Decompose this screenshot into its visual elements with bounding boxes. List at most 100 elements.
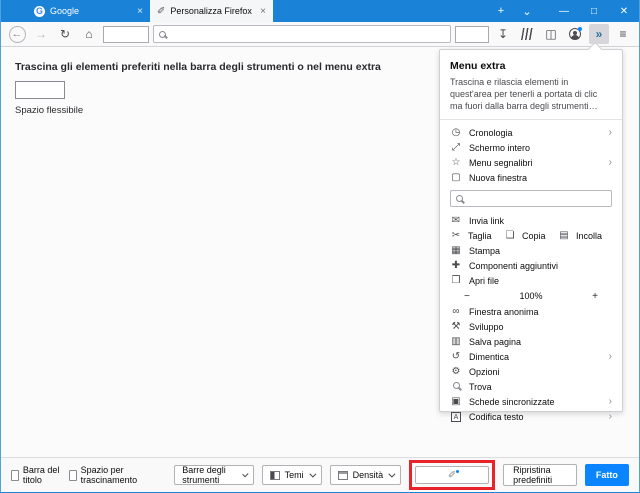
maximize-button[interactable]: □ [579,0,609,22]
customize-footer: Barra del titolo Spazio per trascinament… [1,457,639,492]
flexible-space-label: Spazio flessibile [15,105,135,116]
drag-hint-text: Trascina gli elementi preferiti nella ba… [15,61,381,73]
url-search-bar[interactable] [153,25,451,43]
menu-item-private-window[interactable]: ∞ Finestra anonima [450,304,612,319]
menu-item-developer[interactable]: ⚒ Sviluppo [450,319,612,334]
clipboard-row: ✂ Taglia ❏ Copia ▤ Incolla [450,228,612,243]
chevron-down-icon [242,471,248,477]
theme-thumbnail-icon [270,471,280,480]
chevron-down-icon [388,470,395,477]
puzzle-icon: ✚ [450,260,462,271]
menu-item-new-window[interactable]: ▢ Nuova finestra [450,170,612,185]
fullscreen-icon: ⤢ [450,142,462,153]
menu-item-save-page[interactable]: ▥ Salva pagina [450,334,612,349]
menu-item-paste[interactable]: ▤ Incolla [558,230,612,241]
hamburger-menu-button[interactable]: ≡ [613,24,633,44]
tab-customize-firefox[interactable]: ✐ Personalizza Firefox × [150,0,273,22]
chevron-right-icon: › [609,396,612,407]
menu-item-bookmarks-menu[interactable]: ☆ Menu segnalibri › [450,155,612,170]
chevron-right-icon: › [609,127,612,138]
library-button[interactable] [517,24,537,44]
tab-title: Personalizza Firefox [170,6,255,16]
checkbox-icon[interactable] [69,470,77,481]
toolbar-flexible-space[interactable] [455,26,489,43]
divider [440,119,622,120]
menu-item-synced-tabs[interactable]: ▣ Schede sincronizzate › [450,394,612,409]
tab-google[interactable]: G Google × [27,0,150,22]
back-button[interactable]: ← [7,24,27,44]
tab-close-icon[interactable]: × [260,6,266,17]
chevron-right-icon: › [609,351,612,362]
clock-icon: ◷ [450,127,462,138]
menu-item-find[interactable]: Trova [450,379,612,394]
overflow-menu-panel: Menu extra Trascina e rilascia elementi … [439,49,623,412]
titlebar-checkbox[interactable]: Barra del titolo [11,465,61,485]
titlebar-left-space [1,0,27,22]
forward-button[interactable]: → [31,24,51,44]
library-icon [520,28,533,40]
panel-description: Trascina e rilascia elementi in quest'ar… [450,76,612,112]
menu-item-fullscreen[interactable]: ⤢ Schermo intero [450,140,612,155]
menu-item-forget[interactable]: ↺ Dimentica › [450,349,612,364]
themes-dropdown[interactable]: Temi [262,465,322,485]
tabbar-space [273,0,488,22]
sidebar-button[interactable]: ◫ [541,24,561,44]
chevron-right-icon: › [609,411,612,422]
minimize-button[interactable]: — [549,0,579,22]
toolbars-dropdown[interactable]: Barre degli strumenti [174,465,253,485]
mail-icon: ✉ [450,215,462,226]
zoom-level[interactable]: 100% [494,291,568,301]
tab-close-icon[interactable]: × [137,6,143,17]
close-button[interactable]: ✕ [609,0,639,22]
menu-item-options[interactable]: ⚙ Opzioni [450,364,612,379]
account-icon [569,28,581,40]
chevron-down-icon [309,470,316,477]
incognito-mask-icon: ∞ [450,306,462,317]
menu-item-copy[interactable]: ❏ Copia [504,230,558,241]
red-highlight-annotation: ✐ [409,460,495,490]
search-icon [456,195,463,202]
menu-item-text-encoding[interactable]: A Codifica testo › [450,409,612,424]
search-icon [159,31,166,38]
bookmarks-icon: ☆ [450,157,462,168]
downloads-button[interactable]: ↧ [493,24,513,44]
density-thumbnail-icon [338,471,348,480]
titlebar: G Google × ✐ Personalizza Firefox × + ⌄ … [1,0,639,22]
drag-space-checkbox[interactable]: Spazio per trascinamento [69,465,149,485]
navigation-toolbar: ← → ↻ ⌂ ↧ ◫ » ≡ [1,22,639,47]
done-button[interactable]: Fatto [585,464,629,486]
scissors-icon: ✂ [450,230,462,241]
chevron-right-icon: › [609,157,612,168]
printer-icon: ▦ [450,245,462,256]
gear-icon: ⚙ [450,366,462,377]
zoom-out-button[interactable]: − [464,291,494,302]
home-button[interactable]: ⌂ [79,24,99,44]
overflow-menu-button[interactable]: » [589,24,609,44]
zoom-in-button[interactable]: + [568,291,598,302]
flexible-space-palette-item[interactable]: Spazio flessibile [15,81,135,116]
google-favicon: G [34,6,45,17]
checkbox-icon[interactable] [11,470,19,481]
paintbrush-icon: ✐ [157,6,165,17]
menu-item-cut[interactable]: ✂ Taglia [450,230,504,241]
density-dropdown[interactable]: Densità [330,465,402,485]
menu-item-print[interactable]: ▦ Stampa [450,243,612,258]
tab-title: Google [50,6,132,16]
menu-item-send-link[interactable]: ✉ Invia link [450,213,612,228]
new-tab-button[interactable]: + [488,0,514,22]
text-encoding-icon: A [450,411,462,422]
menu-item-addons[interactable]: ✚ Componenti aggiuntivi [450,258,612,273]
flexible-space-box[interactable] [15,81,65,99]
customize-area: Trascina gli elementi preferiti nella ba… [1,47,639,457]
window-controls: — □ ✕ [549,0,639,22]
account-button[interactable] [565,24,585,44]
customize-brush-button[interactable]: ✐ [415,466,489,484]
tab-list-chevron-icon[interactable]: ⌄ [514,0,540,22]
menu-item-history[interactable]: ◷ Cronologia › [450,125,612,140]
reload-button[interactable]: ↻ [55,24,75,44]
search-icon [450,381,462,392]
toolbar-flexible-space[interactable] [103,26,149,43]
menu-item-open-file[interactable]: ❒ Apri file [450,273,612,288]
restore-defaults-button[interactable]: Ripristina predefiniti [503,464,577,486]
panel-search-field[interactable] [450,190,612,207]
